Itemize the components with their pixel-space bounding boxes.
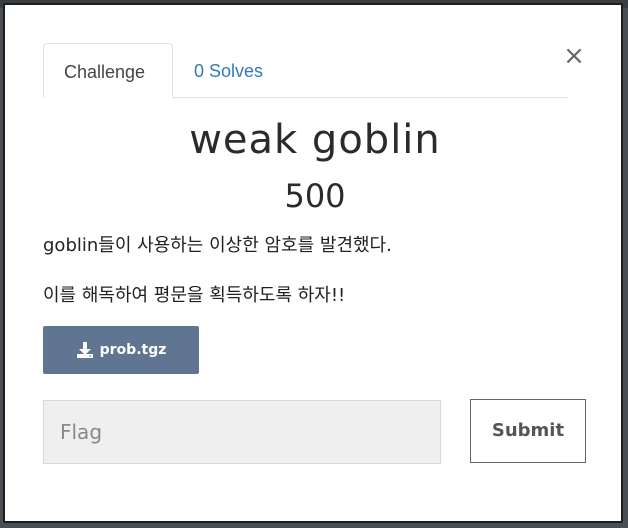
modal-tabs: Challenge 0 Solves: [43, 43, 568, 98]
tab-challenge[interactable]: Challenge: [43, 43, 173, 98]
flag-input[interactable]: Flag: [43, 400, 441, 464]
download-file-label: prob.tgz: [99, 342, 167, 358]
challenge-description-line: 이를 해독하여 평문을 획득하도록 하자!!: [43, 285, 346, 306]
download-file-button[interactable]: prob.tgz: [43, 326, 199, 374]
challenge-description-line: goblin들이 사용하는 이상한 암호를 발견했다.: [43, 235, 392, 256]
challenge-title: weak goblin: [189, 117, 441, 163]
challenge-points: 500: [284, 177, 346, 215]
submit-button[interactable]: Submit: [470, 399, 586, 463]
tab-solves[interactable]: 0 Solves: [174, 43, 283, 95]
challenge-modal: × Challenge 0 Solves weak goblin 500 gob…: [3, 3, 623, 523]
download-icon: [76, 341, 94, 359]
